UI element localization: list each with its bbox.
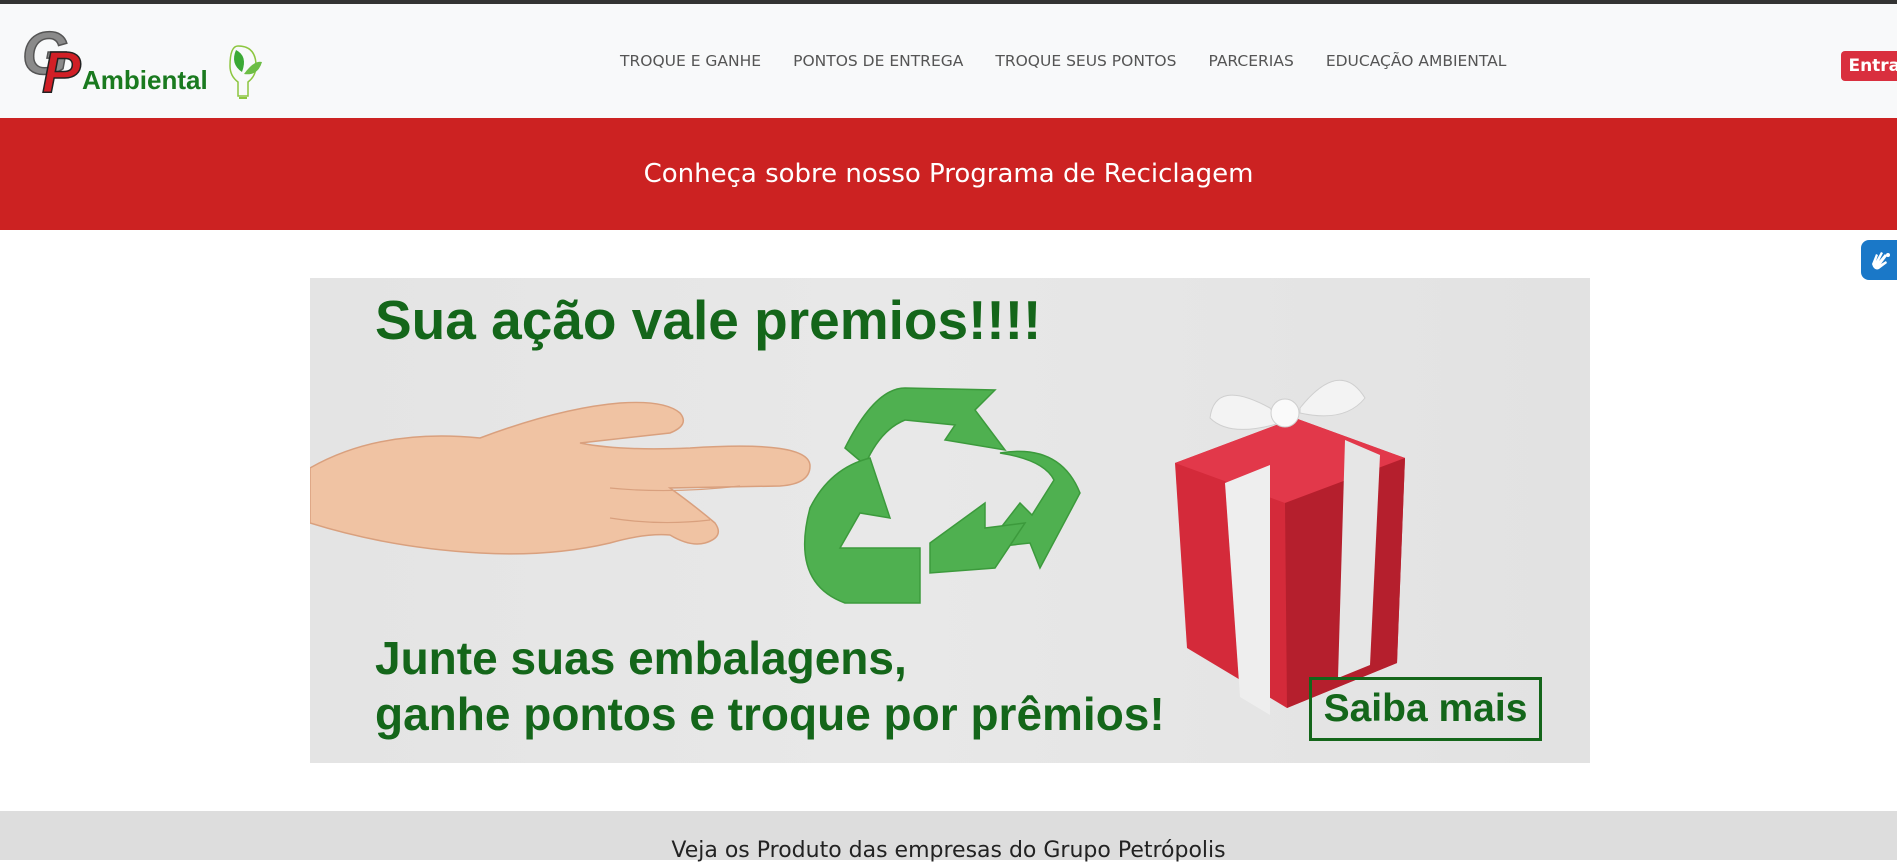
hand-icon <box>310 401 811 555</box>
hero-subtitle: Junte suas embalagens, ganhe pontos e tr… <box>375 630 1165 742</box>
nav-educacao-ambiental[interactable]: EDUCAÇÃO AMBIENTAL <box>1326 52 1507 70</box>
logo-text: Ambiental <box>82 65 208 95</box>
nav-troque-e-ganhe[interactable]: TROQUE E GANHE <box>620 52 761 70</box>
saiba-mais-button[interactable]: Saiba mais <box>1309 677 1542 741</box>
products-section-title: Veja os Produto das empresas do Grupo Pe… <box>671 838 1226 863</box>
logo-letter-p: P <box>42 40 81 105</box>
program-banner-title: Conheça sobre nosso Programa de Reciclag… <box>643 159 1254 189</box>
gift-icon <box>1175 379 1405 715</box>
recycle-icon <box>803 387 1081 604</box>
hero-banner[interactable]: Sua ação vale premios!!!! Junte suas emb… <box>310 278 1590 763</box>
hero-subtitle-line2: ganhe pontos e troque por prêmios! <box>375 688 1165 740</box>
navbar: G P Ambiental TROQUE E GANHE PONTOS DE E… <box>0 4 1897 118</box>
products-section: Veja os Produto das empresas do Grupo Pe… <box>0 811 1897 863</box>
sign-language-icon <box>1872 252 1890 270</box>
accessibility-button[interactable] <box>1861 240 1897 280</box>
hero-subtitle-line1: Junte suas embalagens, <box>375 632 907 684</box>
program-banner: Conheça sobre nosso Programa de Reciclag… <box>0 118 1897 230</box>
nav-troque-seus-pontos[interactable]: TROQUE SEUS PONTOS <box>995 52 1176 70</box>
lightbulb-leaf-icon <box>229 45 262 99</box>
hero-title: Sua ação vale premios!!!! <box>375 289 1042 351</box>
login-button[interactable]: Entrar <box>1841 51 1897 81</box>
nav-pontos-de-entrega[interactable]: PONTOS DE ENTREGA <box>793 52 963 70</box>
main-nav: TROQUE E GANHE PONTOS DE ENTREGA TROQUE … <box>620 52 1538 70</box>
gp-ambiental-logo[interactable]: G P Ambiental <box>20 22 265 106</box>
nav-parcerias[interactable]: PARCERIAS <box>1208 52 1293 70</box>
